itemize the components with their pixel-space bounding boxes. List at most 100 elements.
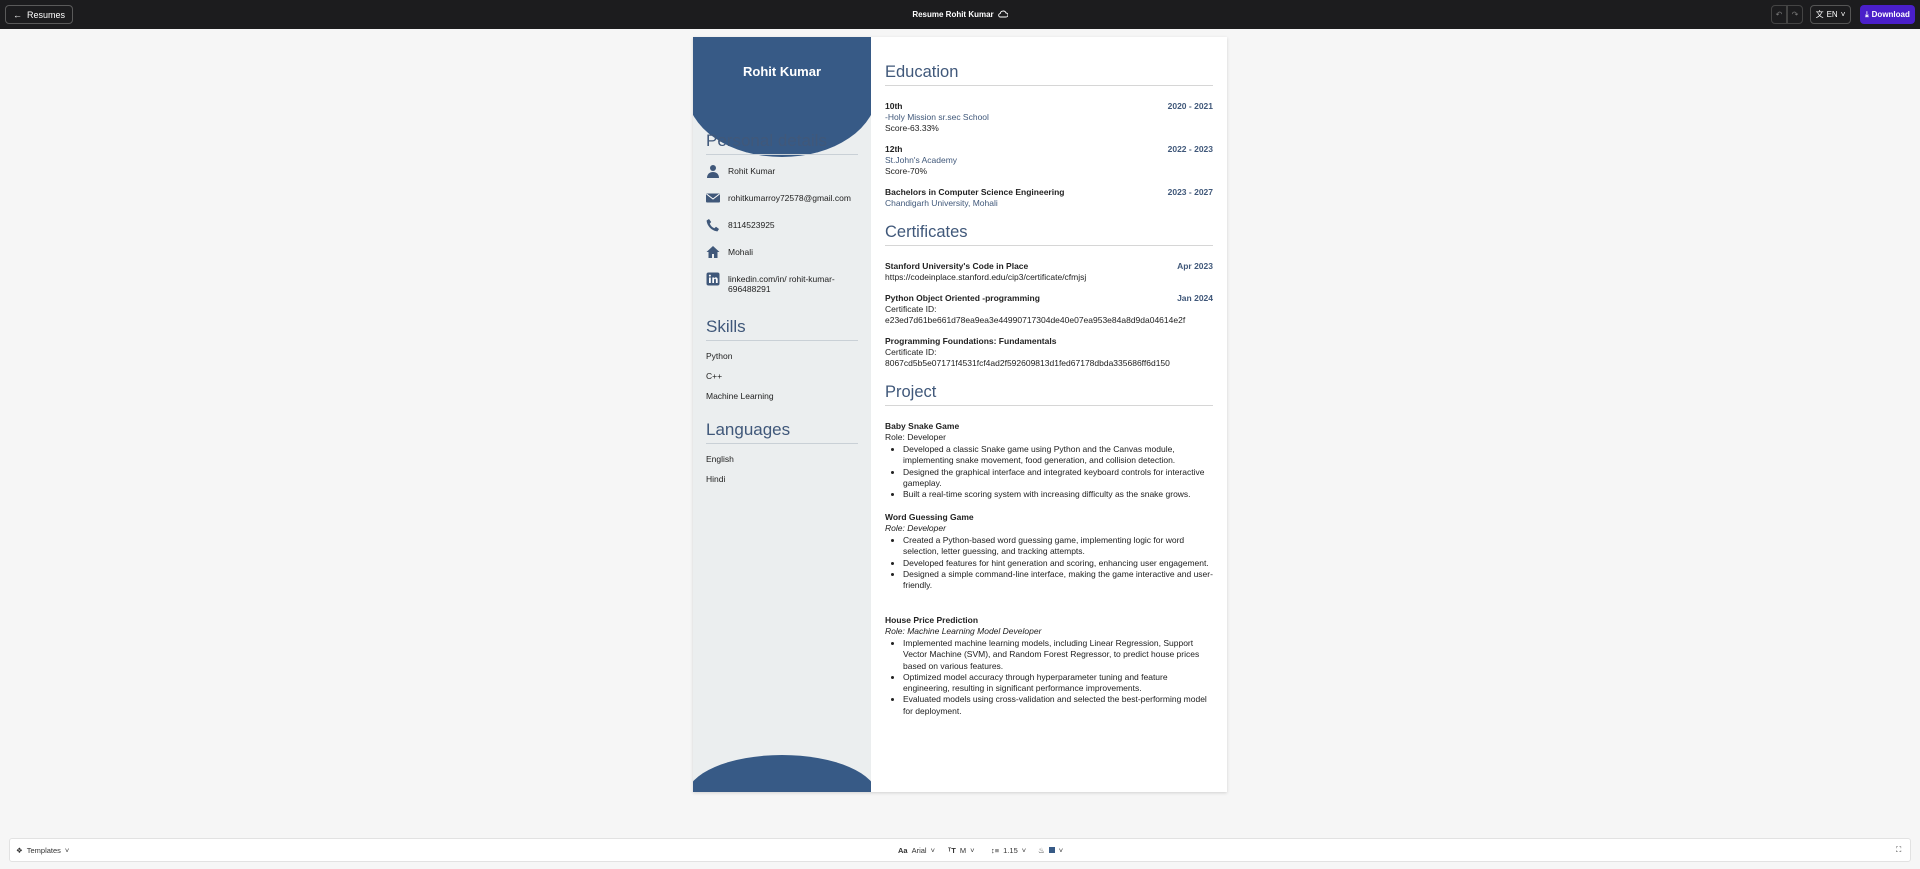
certificate-title[interactable]: Stanford University's Code in Place <box>885 261 1028 271</box>
download-button[interactable]: ⤓ Download <box>1860 5 1915 24</box>
skill-item[interactable]: C++ <box>706 371 722 381</box>
project-heading[interactable]: Project <box>885 383 1213 406</box>
color-select[interactable]: ♨ ˅ <box>1038 839 1063 861</box>
email-icon <box>706 193 720 203</box>
project-role: Role: Developer <box>885 523 946 533</box>
certificate-title[interactable]: Python Object Oriented -programming <box>885 293 1040 303</box>
language-item[interactable]: English <box>706 454 734 464</box>
fullscreen-icon[interactable]: ⛶ <box>1896 839 1901 861</box>
document-title-text: Resume Rohit Kumar <box>912 10 994 19</box>
chevron-down-icon: ˅ <box>970 845 975 855</box>
templates-label: Templates <box>26 845 61 855</box>
personal-phone-row[interactable]: 8114523925 <box>706 218 866 232</box>
education-school: St.John's Academy <box>885 155 958 165</box>
education-school: -Holy Mission sr.sec School <box>885 112 989 122</box>
text-size-icon: ᵀT <box>948 845 956 855</box>
personal-location-row[interactable]: Mohali <box>706 245 866 259</box>
project-bullet: Designed a simple command-line interface… <box>903 569 1215 592</box>
personal-linkedin-row[interactable]: linkedin.com/in/ rohit-kumar-696488291 <box>706 272 866 294</box>
resume-name[interactable]: Rohit Kumar <box>693 64 871 79</box>
education-school: Chandigarh University, Mohali <box>885 198 998 208</box>
education-date: 2020 - 2021 <box>1167 101 1213 111</box>
personal-linkedin-text: linkedin.com/in/ rohit-kumar-696488291 <box>728 274 835 294</box>
personal-details-heading[interactable]: Personal details <box>706 131 858 155</box>
certificate-url: https://codeinplace.stanford.edu/cip3/ce… <box>885 272 1087 282</box>
skills-heading[interactable]: Skills <box>706 317 858 341</box>
download-icon: ⤓ <box>1865 9 1869 19</box>
project-bullet: Implemented machine learning models, inc… <box>903 638 1215 672</box>
education-score: Score-63.33% <box>885 123 939 133</box>
resume-sidebar: Rohit Kumar Personal details Rohit Kumar… <box>693 37 871 792</box>
education-date: 2022 - 2023 <box>1167 144 1213 154</box>
sidebar-footer-shape <box>693 755 871 792</box>
project-bullet: Designed the graphical interface and int… <box>903 467 1215 490</box>
certificate-id-label: Certificate ID: <box>885 304 937 314</box>
chevron-down-icon: ˅ <box>1840 10 1846 19</box>
chevron-down-icon: ˅ <box>64 845 70 855</box>
home-icon <box>706 246 720 258</box>
project-bullets: Created a Python-based word guessing gam… <box>885 535 1215 591</box>
palette-icon: ❖ <box>16 845 23 855</box>
templates-button[interactable]: ❖ Templates ˅ <box>16 839 69 861</box>
download-label: Download <box>1871 10 1910 19</box>
chevron-down-icon: ˅ <box>930 845 935 855</box>
top-bar: ← Resumes Resume Rohit Kumar ↶ ↷ 文 EN ˅ … <box>0 0 1920 29</box>
cloud-saved-icon <box>997 10 1009 20</box>
education-title[interactable]: Bachelors in Computer Science Engineerin… <box>885 187 1065 197</box>
personal-email-text: rohitkumarroy72578@gmail.com <box>728 193 851 203</box>
project-bullet: Optimized model accuracy through hyperpa… <box>903 672 1215 695</box>
language-select[interactable]: 文 EN ˅ <box>1810 5 1851 24</box>
project-bullet: Developed a classic Snake game using Pyt… <box>903 444 1215 467</box>
paint-bucket-icon: ♨ <box>1038 845 1045 855</box>
personal-email-row[interactable]: rohitkumarroy72578@gmail.com <box>706 191 866 205</box>
project-bullet: Built a real-time scoring system with in… <box>903 489 1215 500</box>
skill-item[interactable]: Machine Learning <box>706 391 774 401</box>
undo-icon[interactable]: ↶ <box>1771 5 1787 24</box>
bottom-toolbar: ❖ Templates ˅ Aa Arial ˅ ᵀT M ˅ ↕≡ 1.15 … <box>9 838 1911 862</box>
personal-name-text: Rohit Kumar <box>728 166 776 176</box>
document-title: Resume Rohit Kumar <box>0 0 1920 29</box>
project-title[interactable]: Word Guessing Game <box>885 512 974 522</box>
line-spacing-select[interactable]: ↕≡ 1.15 ˅ <box>991 839 1026 861</box>
project-bullet: Evaluated models using cross-validation … <box>903 694 1215 717</box>
project-bullet: Developed features for hint generation a… <box>903 558 1215 569</box>
education-date: 2023 - 2027 <box>1167 187 1213 197</box>
line-spacing-value: 1.15 <box>1003 845 1018 855</box>
personal-phone-text: 8114523925 <box>728 220 775 230</box>
project-bullets: Developed a classic Snake game using Pyt… <box>885 444 1215 500</box>
certificates-heading[interactable]: Certificates <box>885 223 1213 246</box>
redo-icon[interactable]: ↷ <box>1787 5 1803 24</box>
color-swatch <box>1048 847 1055 853</box>
certificate-id-label: Certificate ID: <box>885 347 937 357</box>
personal-name-row[interactable]: Rohit Kumar <box>706 164 866 178</box>
certificate-title[interactable]: Programming Foundations: Fundamentals <box>885 336 1056 346</box>
education-heading[interactable]: Education <box>885 63 1213 86</box>
project-role: Role: Machine Learning Model Developer <box>885 626 1042 636</box>
chevron-down-icon: ˅ <box>1058 845 1064 855</box>
language-value: EN <box>1826 10 1838 19</box>
certificate-date: Apr 2023 <box>1177 261 1213 271</box>
chevron-down-icon: ˅ <box>1021 845 1027 855</box>
font-icon: Aa <box>898 845 908 855</box>
font-family-value: Arial <box>911 845 927 855</box>
project-title[interactable]: House Price Prediction <box>885 615 978 625</box>
education-score: Score-70% <box>885 166 928 176</box>
project-title[interactable]: Baby Snake Game <box>885 421 959 431</box>
education-title[interactable]: 10th <box>885 101 902 111</box>
skill-item[interactable]: Python <box>706 351 732 361</box>
font-size-select[interactable]: ᵀT M ˅ <box>948 839 974 861</box>
user-icon <box>707 165 719 178</box>
language-item[interactable]: Hindi <box>706 474 725 484</box>
education-title[interactable]: 12th <box>885 144 902 154</box>
project-bullets: Implemented machine learning models, inc… <box>885 638 1215 717</box>
font-family-select[interactable]: Aa Arial ˅ <box>898 839 935 861</box>
certificate-date: Jan 2024 <box>1177 293 1213 303</box>
translate-icon: 文 <box>1815 10 1824 19</box>
resume-page: Rohit Kumar Personal details Rohit Kumar… <box>693 37 1227 792</box>
linkedin-icon <box>706 272 720 286</box>
font-size-value: M <box>959 845 967 855</box>
personal-location-text: Mohali <box>728 247 754 257</box>
project-role: Role: Developer <box>885 432 946 442</box>
project-bullet: Created a Python-based word guessing gam… <box>903 535 1215 558</box>
languages-heading[interactable]: Languages <box>706 420 858 444</box>
